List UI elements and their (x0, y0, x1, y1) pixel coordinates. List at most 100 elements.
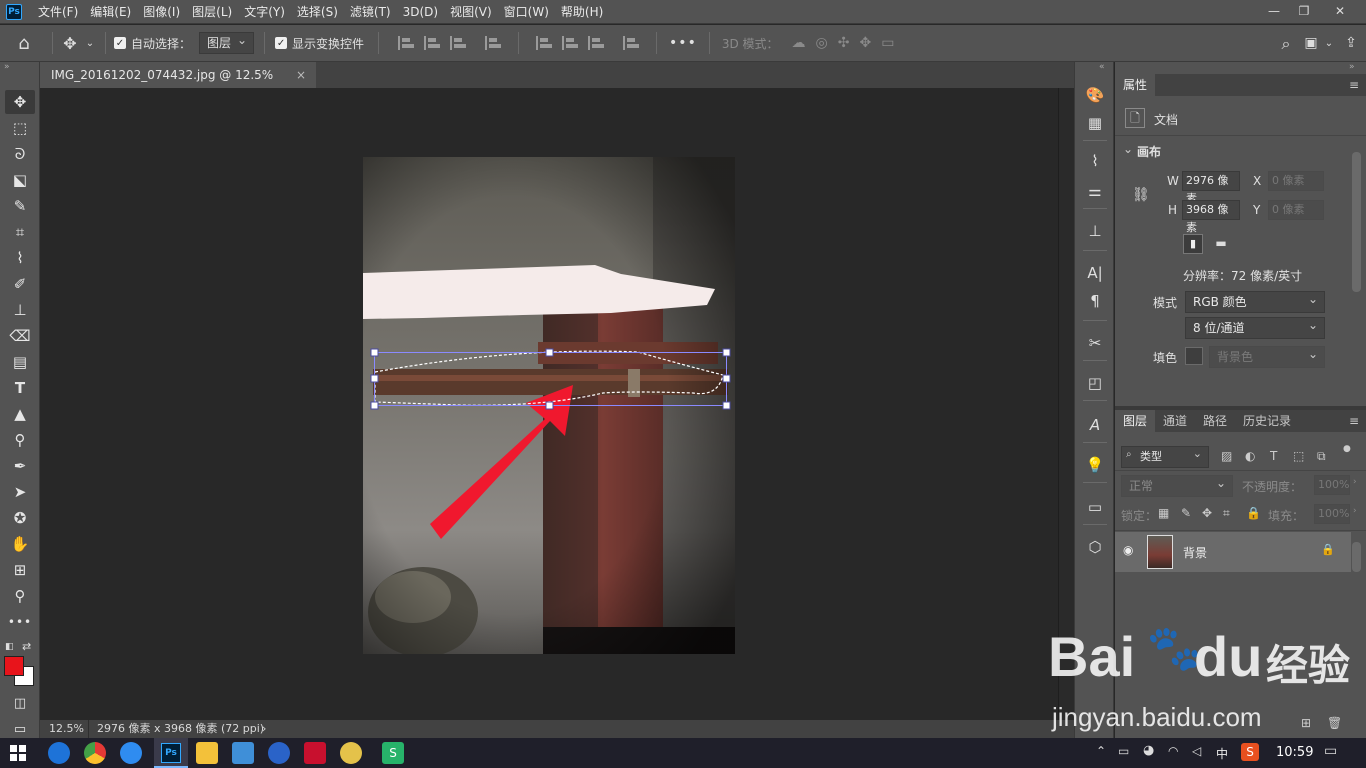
filter-type-icon[interactable]: T (1270, 449, 1277, 463)
volume-icon[interactable]: ◁ (1192, 744, 1201, 758)
orbit-3d-icon[interactable]: ☁ (792, 35, 806, 51)
auto-select-dropdown[interactable]: 图层 (199, 30, 255, 54)
photoshop-app-icon[interactable]: Ps (6, 3, 22, 20)
photoshop-taskbar-button[interactable]: Ps (154, 738, 188, 768)
brush-settings-icon[interactable]: ⌇ (1075, 148, 1115, 174)
spot-healing-tool-icon[interactable]: ⊞ (0, 558, 40, 582)
object-select-tool-icon[interactable]: ⬕ (0, 168, 40, 192)
windows-start-icon[interactable] (10, 745, 26, 761)
lock-all-icon[interactable]: 🔒 (1246, 506, 1261, 520)
learn-panel-icon[interactable]: 💡 (1075, 452, 1115, 478)
adjustments-panel-icon[interactable]: ⚌ (1075, 178, 1115, 204)
fill-chevron-icon[interactable]: › (1353, 506, 1357, 516)
portrait-orientation-icon[interactable]: ▮ (1183, 234, 1203, 254)
character-panel-icon[interactable]: A| (1075, 260, 1115, 286)
y-field[interactable]: 0 像素 (1268, 200, 1324, 220)
x-field[interactable]: 0 像素 (1268, 171, 1324, 191)
new-layer-icon[interactable]: ⊞ (1301, 716, 1311, 730)
filter-pixel-icon[interactable]: ▨ (1221, 449, 1232, 463)
navigator-panel-icon[interactable]: ◰ (1075, 370, 1115, 396)
healing-brush-tool-icon[interactable]: ⌇ (0, 246, 40, 270)
close-tab-icon[interactable]: × (296, 62, 306, 88)
lock-position-icon[interactable]: ✥ (1202, 506, 1212, 520)
vertical-scrollbar[interactable] (1058, 88, 1074, 720)
color-panel-icon[interactable]: 🎨 (1075, 82, 1115, 108)
path-select-tool-icon[interactable]: ➤ (0, 480, 40, 504)
drag-3d-icon[interactable]: ✣ (838, 35, 850, 51)
align-vcenter-icon[interactable] (562, 36, 579, 50)
canvas-section-chevron-icon[interactable]: ⌄ (1123, 142, 1133, 156)
tray-chevron-icon[interactable]: ⌃ (1096, 744, 1106, 758)
3d-panel-icon[interactable]: ⬡ (1075, 534, 1115, 560)
collapse-toolbar-icon[interactable]: » (4, 62, 10, 72)
filter-smart-object-icon[interactable]: ⧉ (1317, 449, 1326, 464)
slide-3d-icon[interactable]: ✥ (859, 35, 871, 51)
zoom-tool-icon[interactable]: ⚲ (0, 584, 40, 608)
lock-transparent-icon[interactable]: ▦ (1158, 506, 1169, 520)
opacity-chevron-icon[interactable]: › (1353, 477, 1357, 487)
ie-browser-icon[interactable] (48, 742, 70, 764)
marquee-tool-icon[interactable]: ⬚ (0, 116, 40, 140)
menu-type[interactable]: 文字(Y) (238, 0, 291, 24)
dodge-tool-icon[interactable]: ⚲ (0, 428, 40, 452)
document-tab[interactable]: IMG_20161202_074432.jpg @ 12.5%(RGB/8) *… (40, 62, 316, 108)
document-image[interactable] (363, 157, 735, 654)
blur-tool-icon[interactable]: ▲ (0, 402, 40, 426)
menu-window[interactable]: 窗口(W) (498, 0, 555, 24)
clock-time[interactable]: 10:59 (1276, 745, 1313, 760)
width-field[interactable]: 2976 像素 (1182, 171, 1240, 205)
layers-menu-icon[interactable]: ≡ (1349, 414, 1359, 428)
distribute-vertical-icon[interactable] (485, 36, 502, 50)
chevron-down-icon[interactable]: ⌄ (83, 25, 97, 62)
lock-artboard-icon[interactable]: ⌗ (1223, 506, 1230, 521)
status-menu-arrow[interactable]: › (262, 720, 266, 738)
ime-indicator[interactable]: 中 (1216, 745, 1228, 762)
properties-scrollbar[interactable] (1352, 152, 1361, 292)
clone-source-icon[interactable]: ⊥ (1075, 218, 1115, 244)
tool-presets-icon[interactable]: ✂ (1075, 330, 1115, 356)
tab-layers[interactable]: 图层 (1115, 410, 1156, 432)
media-player-icon[interactable] (268, 742, 290, 764)
menu-layer[interactable]: 图层(L) (186, 0, 238, 24)
align-hcenter-icon[interactable] (424, 36, 441, 50)
lasso-tool-icon[interactable]: ᘐ (0, 142, 40, 166)
input-method-icon[interactable]: S (1241, 743, 1259, 761)
delete-layer-icon[interactable]: 🗑 (1327, 716, 1342, 730)
fill-swatch[interactable] (1185, 347, 1203, 365)
zoom-level[interactable]: 12.5% (49, 720, 84, 738)
brush-tool-icon[interactable]: ✐ (0, 272, 40, 296)
swap-colors-icon[interactable]: ⇄ (22, 640, 31, 653)
tray-device-icon[interactable]: ▭ (1118, 744, 1129, 758)
eraser-tool-icon[interactable]: ⌫ (0, 324, 40, 348)
tab-paths[interactable]: 路径 (1195, 410, 1235, 432)
glyphs-panel-icon[interactable]: A (1075, 412, 1115, 438)
layers-scrollbar[interactable] (1352, 542, 1361, 572)
edge-browser-icon[interactable] (120, 742, 142, 764)
layer-visibility-eye-icon[interactable]: ◉ (1123, 543, 1133, 557)
menu-help[interactable]: 帮助(H) (555, 0, 609, 24)
landscape-orientation-icon[interactable]: ▬ (1211, 234, 1231, 254)
collapse-panels-icon[interactable]: « (1099, 62, 1105, 72)
camera-3d-icon[interactable]: ▭ (881, 35, 894, 51)
menu-file[interactable]: 文件(F) (32, 0, 84, 24)
menu-select[interactable]: 选择(S) (291, 0, 344, 24)
menu-3d[interactable]: 3D(D) (397, 0, 444, 24)
lock-image-icon[interactable]: ✎ (1181, 506, 1191, 520)
move-tool-icon[interactable]: ✥ (57, 25, 83, 62)
show-transform-checkbox[interactable]: ✓ (275, 37, 288, 49)
layer-filter-dropdown[interactable]: 类型 (1121, 444, 1209, 468)
blend-mode-dropdown[interactable]: 正常 (1121, 473, 1233, 497)
wps-sheet-icon[interactable]: S (382, 742, 404, 764)
adobe-reader-icon[interactable] (304, 742, 326, 764)
height-field[interactable]: 3968 像素 (1182, 200, 1240, 234)
filter-shape-icon[interactable]: ⬚ (1293, 449, 1304, 463)
type-tool-icon[interactable]: T (0, 376, 40, 400)
layer-fill-field[interactable]: 100% (1314, 504, 1350, 524)
minimize-icon[interactable]: — (1258, 0, 1290, 24)
hand-tool-icon[interactable]: ✋ (0, 532, 40, 556)
filter-adjustment-icon[interactable]: ◐ (1245, 449, 1255, 463)
swatches-panel-icon[interactable]: ▦ (1075, 110, 1115, 136)
align-right-icon[interactable] (450, 36, 467, 50)
workspace-icon[interactable]: ▣ (1300, 25, 1322, 62)
menu-image[interactable]: 图像(I) (137, 0, 186, 24)
